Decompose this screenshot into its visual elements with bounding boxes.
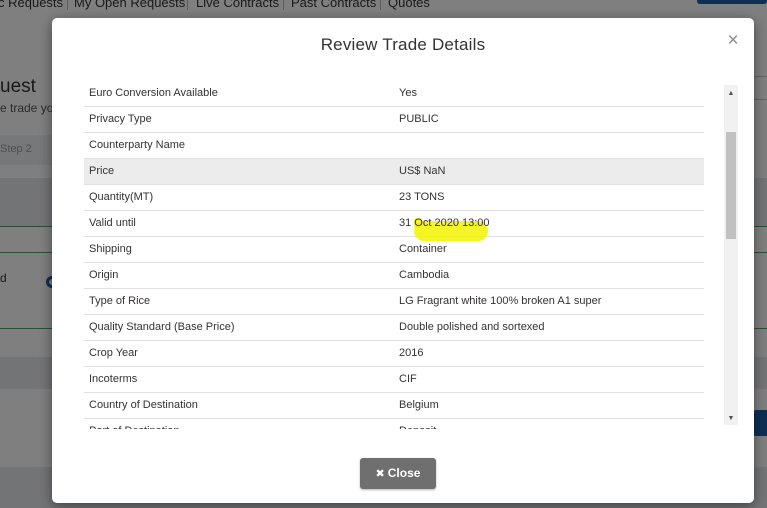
scroll-up-icon[interactable]: ▲ [724,87,738,101]
table-row: Type of Rice LG Fragrant white 100% broke… [84,289,704,315]
row-value: Double polished and sortexed [399,321,545,333]
row-value: Yes [399,87,417,99]
table-row: Counterparty Name [84,133,704,159]
row-label: Valid until [89,217,136,229]
row-label: Counterparty Name [89,139,185,151]
close-button-label: Close [387,466,421,480]
row-label: Country of Destination [89,399,198,411]
table-row: Crop Year 2016 [84,341,704,367]
row-label: Shipping [89,243,132,255]
row-value: CIF [399,373,417,385]
row-value: Container [399,243,447,255]
table-row: Privacy Type PUBLIC [84,107,704,133]
row-label: Quality Standard (Base Price) [89,321,235,333]
row-value: Deposit [399,425,436,429]
trade-details-table: Euro Conversion Available Yes Privacy Type… [84,81,705,429]
table-row: Origin Cambodia [84,263,704,289]
scroll-down-icon[interactable]: ▼ [724,412,738,426]
row-value: Cambodia [399,269,450,281]
table-row: Shipping Container [84,237,704,263]
row-value: 31 Oct 2020 13:00 [399,217,490,229]
row-label: Quantity(MT) [89,191,154,203]
row-label: Price [89,165,115,177]
row-value: LG Fragrant white 100% broken A1 super [399,295,602,307]
table-row: Price US$ NaN [84,159,704,185]
row-value: PUBLIC [399,113,439,125]
table-scrollbar[interactable]: ▲ ▼ [724,85,738,425]
row-value: 2016 [399,347,424,359]
table-row: Quality Standard (Base Price) Double poli… [84,315,704,341]
table-row: Port of Destination Deposit [84,419,704,429]
row-label: Privacy Type [89,113,152,125]
close-icon: ✖ [375,468,385,480]
modal-title: Review Trade Details [320,35,486,54]
row-label: Euro Conversion Available [89,87,218,99]
row-value: 23 TONS [399,191,445,203]
table-row: Quantity(MT) 23 TONS [84,185,704,211]
close-icon[interactable]: × [724,30,742,52]
row-label: Port of Destination [89,425,180,429]
row-value: Belgium [399,399,439,411]
table-row: Euro Conversion Available Yes [84,81,704,107]
row-label: Origin [89,269,119,281]
row-label: Crop Year [89,347,138,359]
row-label: Type of Rice [89,295,151,307]
row-label: Incoterms [89,373,138,385]
row-value: US$ NaN [399,165,446,177]
review-trade-modal: Review Trade Details × Euro Conversion A… [52,18,754,503]
table-row: Country of Destination Belgium [84,393,704,419]
scroll-thumb[interactable] [726,132,736,239]
table-row: Valid until 31 Oct 2020 13:00 [84,211,704,237]
close-button[interactable]: ✖ Close [360,458,436,489]
table-row: Incoterms CIF [84,367,704,393]
